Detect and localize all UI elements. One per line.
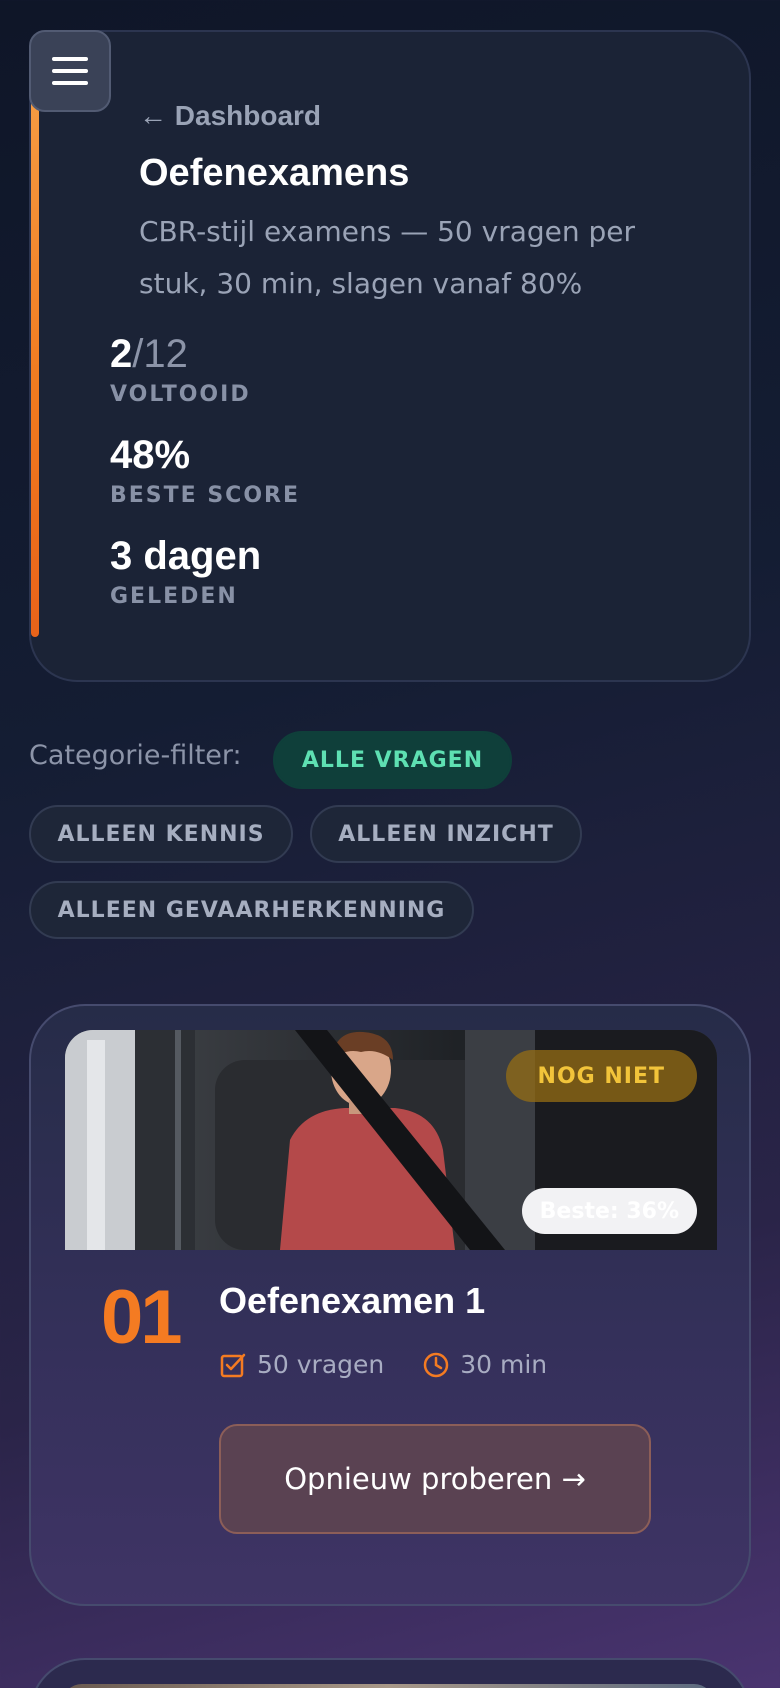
clock-icon [422,1351,450,1379]
filter-hazard-perception-only[interactable]: ALLEEN GEVAARHERKENNING [29,881,474,939]
stat-label: BESTE SCORE [110,483,300,508]
exam-title: Oefenexamen 1 [219,1280,486,1321]
stat-total: /12 [132,332,188,376]
stat-value: 48% [110,433,191,477]
exam-card[interactable]: NOG NIET Beste: 36% 01 Oefenexamen 1 50 … [29,1004,751,1606]
stat-value: 3 dagen [110,534,262,578]
hamburger-icon [52,57,88,61]
retry-exam-button[interactable]: Opnieuw proberen → [219,1424,651,1534]
page-title: Oefenexamens [139,152,410,194]
exam-thumbnail-image: NOG NIET Beste: 36% [65,1030,717,1250]
stat-best-score: 48% BESTE SCORE [110,433,300,508]
page-subtitle: CBR-stijl examens — 50 vragen per stuk, … [139,215,636,300]
stat-label: GELEDEN [110,584,238,609]
filter-label: Categorie-filter: [29,740,242,771]
stat-value: 2 [110,332,133,376]
question-count: 50 vragen [257,1350,385,1379]
menu-button[interactable] [29,30,111,112]
exam-duration: 30 min [460,1350,548,1379]
exam-meta: 50 vragen 30 min [219,1350,547,1379]
back-to-dashboard-link[interactable]: ← Dashboard [139,100,321,132]
filter-insight-only[interactable]: ALLEEN INZICHT [310,805,582,863]
filter-knowledge-only[interactable]: ALLEEN KENNIS [29,805,293,863]
stat-last-activity: 3 dagen GELEDEN [110,534,261,609]
stat-completed: 2/12 VOLTOOID [110,332,251,407]
exam-thumbnail-image-next [62,1684,714,1688]
checkbox-icon [219,1351,247,1379]
exam-number: 01 [101,1275,183,1360]
stat-label: VOLTOOID [110,382,251,407]
status-badge: NOG NIET [505,1050,697,1102]
filter-all-questions[interactable]: ALLE VRAGEN [273,731,512,789]
accent-bar [31,32,39,637]
best-score-badge: Beste: 36% [521,1188,697,1234]
